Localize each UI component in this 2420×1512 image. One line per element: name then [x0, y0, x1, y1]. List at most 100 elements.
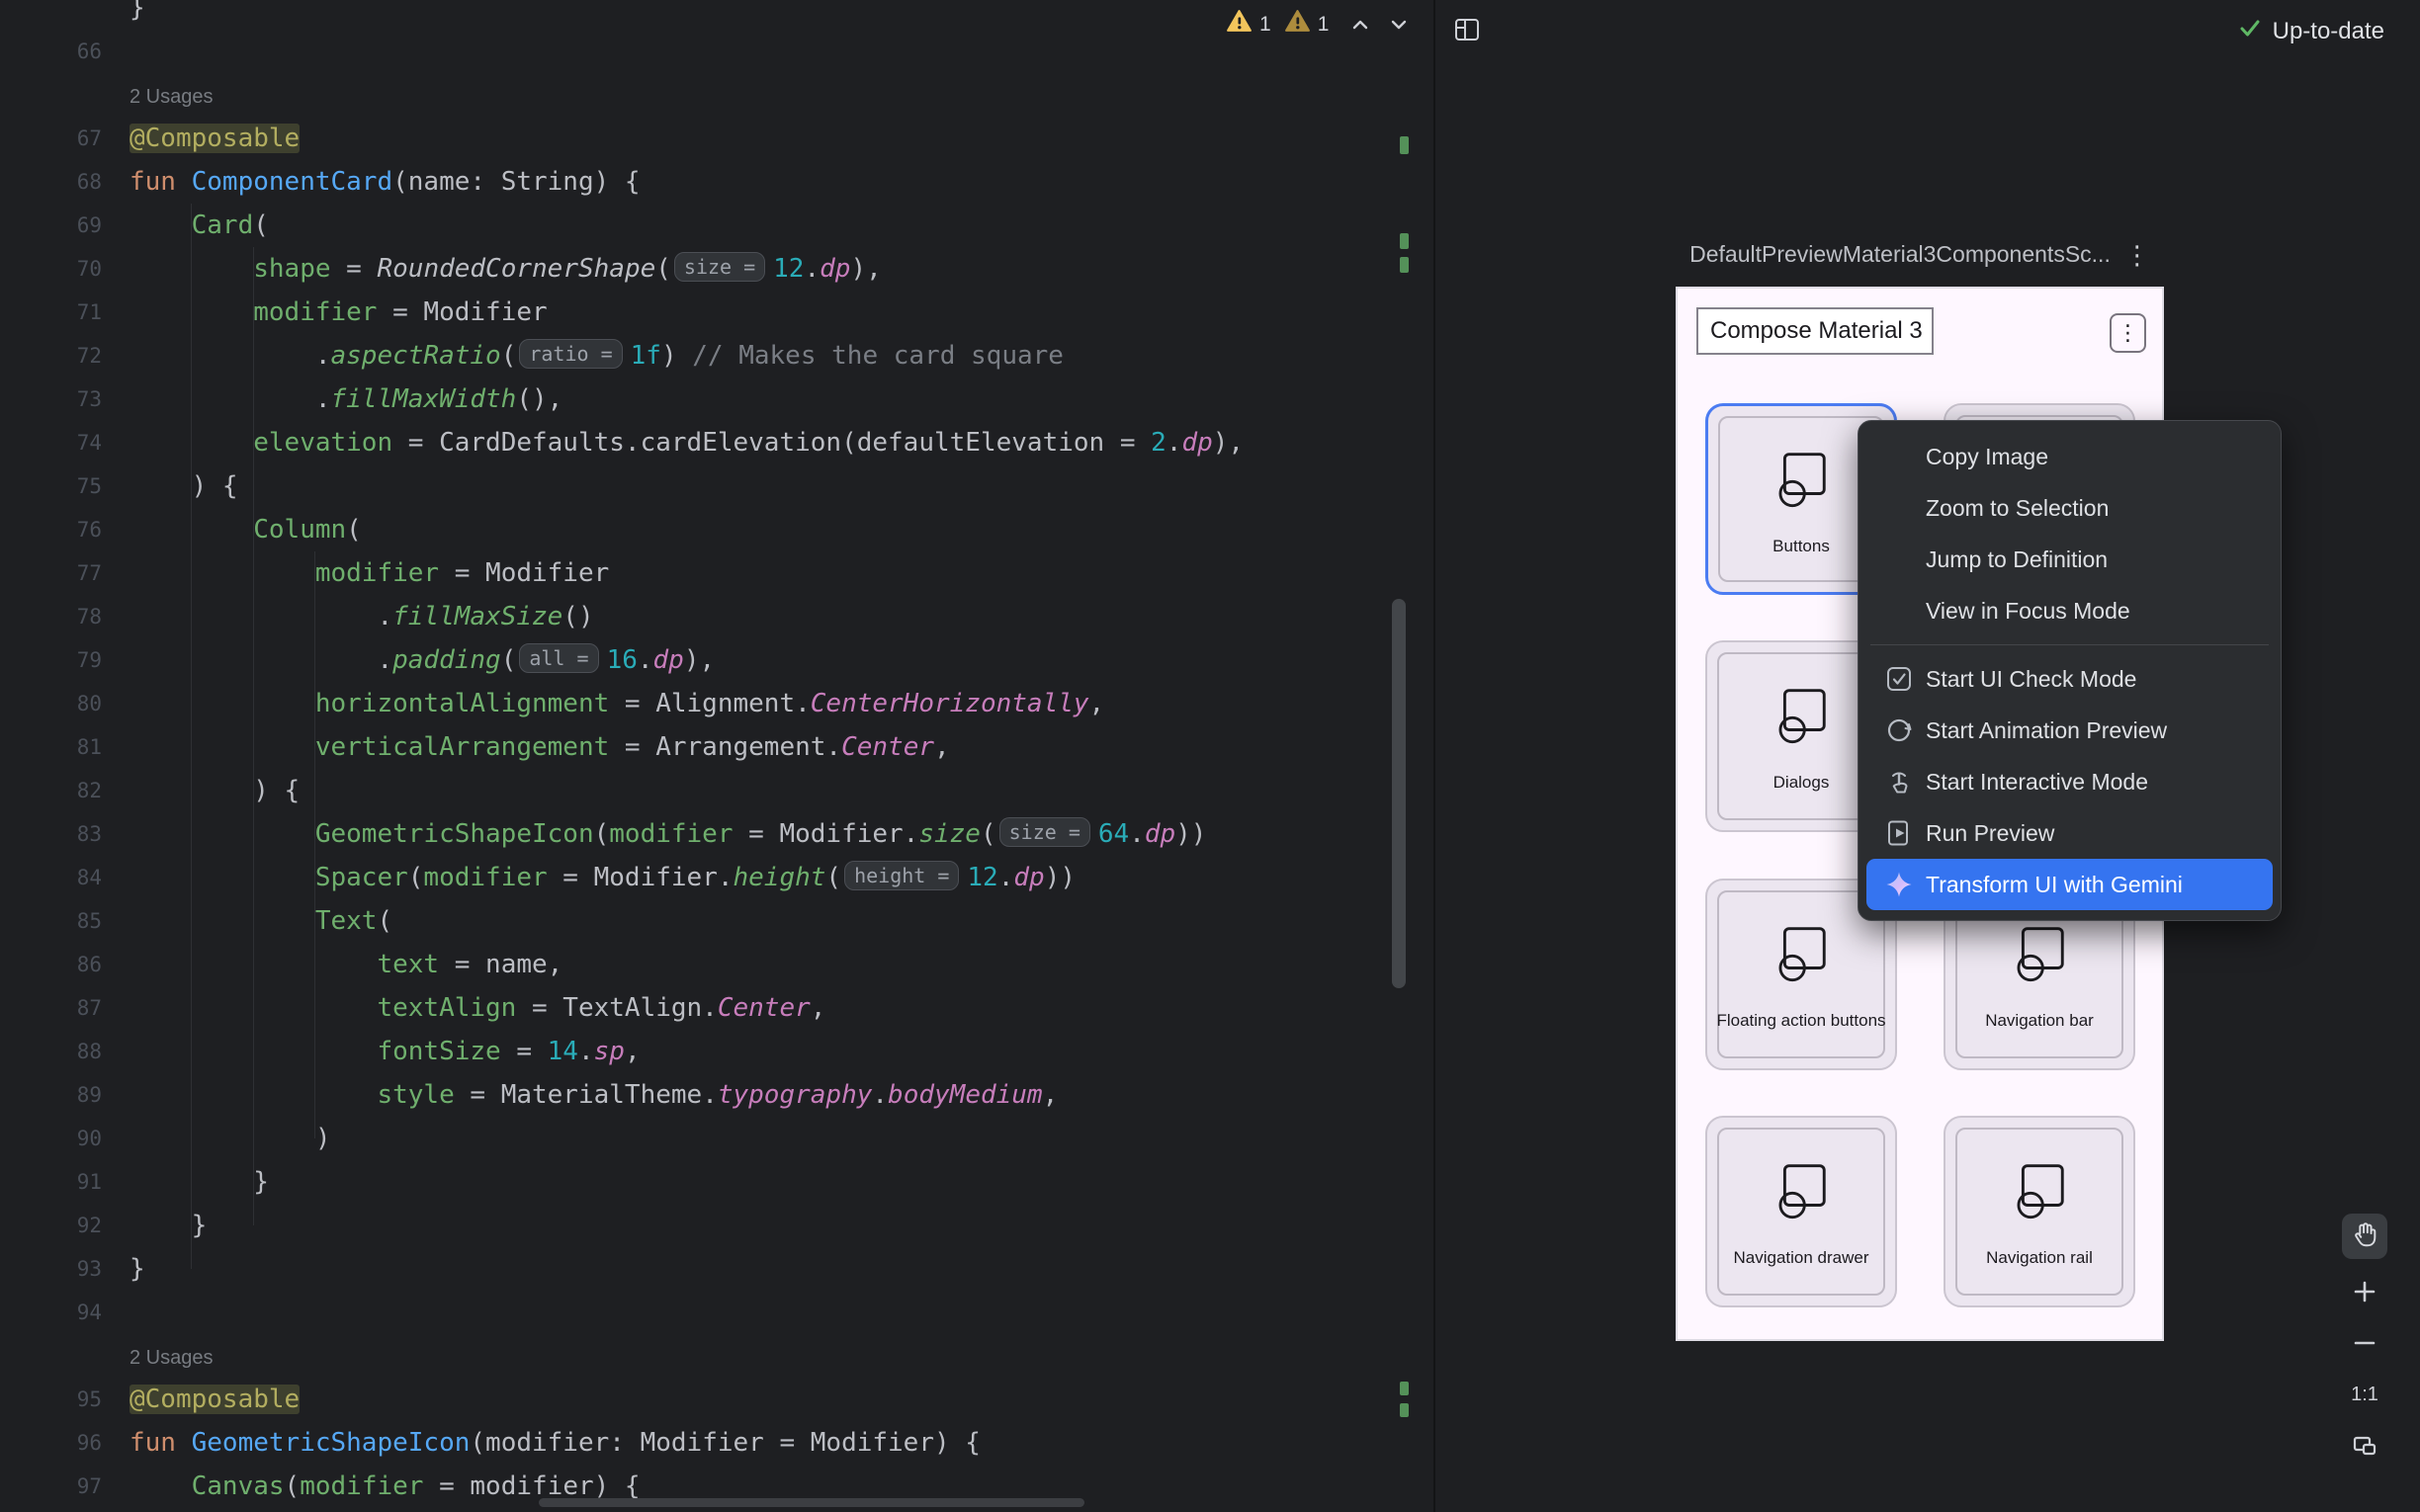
code-token: ( [501, 645, 517, 675]
zoom-actual-size-button[interactable]: 1:1 [2345, 1376, 2384, 1413]
line-number[interactable]: 71 [0, 291, 102, 334]
line-number[interactable]: 81 [0, 725, 102, 769]
code-text: @Composable [130, 124, 300, 153]
line-number[interactable]: 89 [0, 1073, 102, 1117]
usages-hint[interactable]: 2 Usages [130, 1347, 214, 1369]
code-text: elevation = CardDefaults.cardElevation(d… [130, 428, 1244, 458]
code-row: 94 [0, 1291, 1433, 1334]
code-token [130, 1471, 192, 1501]
menu-item-view-in-focus-mode[interactable]: View in Focus Mode [1858, 585, 2281, 636]
code-row: 96fun GeometricShapeIcon(modifier: Modif… [0, 1421, 1433, 1465]
line-number[interactable]: 92 [0, 1204, 102, 1247]
card-label: Floating action buttons [1707, 1011, 1895, 1031]
line-number[interactable]: 72 [0, 334, 102, 378]
line-number[interactable]: 79 [0, 638, 102, 682]
line-number[interactable]: 90 [0, 1117, 102, 1160]
code-row: 79 .padding(all =16.dp), [0, 638, 1433, 682]
line-number[interactable]: 68 [0, 160, 102, 204]
line-number[interactable]: 70 [0, 247, 102, 291]
line-number[interactable]: 85 [0, 899, 102, 943]
zoom-out-button[interactable] [2345, 1324, 2384, 1362]
line-number[interactable]: 96 [0, 1421, 102, 1465]
menu-item-run-preview[interactable]: Run Preview [1858, 807, 2281, 859]
line-number[interactable]: 87 [0, 986, 102, 1030]
preview-app-overflow-button[interactable]: ⋮ [2110, 313, 2146, 353]
line-number[interactable]: 97 [0, 1465, 102, 1508]
code-token: = [501, 1037, 548, 1066]
inlay-hint-pill: height = [844, 861, 959, 890]
code-token: modifier [253, 297, 377, 327]
build-status-label: Up-to-date [2273, 18, 2384, 45]
editor-horizontal-scrollbar[interactable] [539, 1498, 1084, 1507]
code-row: 81 verticalArrangement = Arrangement.Cen… [0, 725, 1433, 769]
code-row: 85 Text( [0, 899, 1433, 943]
line-number[interactable]: 75 [0, 464, 102, 508]
zoom-in-button[interactable] [2345, 1273, 2384, 1310]
line-number[interactable]: 95 [0, 1378, 102, 1421]
pan-tool-button[interactable] [2342, 1214, 2387, 1259]
code-token [130, 732, 315, 762]
zoom-to-fit-button[interactable] [2345, 1427, 2384, 1465]
line-number[interactable]: 66 [0, 30, 102, 73]
line-number[interactable]: 80 [0, 682, 102, 725]
line-number[interactable]: 74 [0, 421, 102, 464]
code-row: 93} [0, 1247, 1433, 1291]
code-area[interactable]: }662 Usages67@Composable68fun ComponentC… [0, 0, 1433, 1508]
card-label: Navigation bar [1945, 1011, 2133, 1031]
line-number[interactable]: 88 [0, 1030, 102, 1073]
code-row: 67 @Composable [0, 117, 1433, 160]
line-number[interactable]: 82 [0, 769, 102, 812]
usages-hint[interactable]: 2 Usages [130, 86, 214, 108]
line-number[interactable]: 83 [0, 812, 102, 856]
menu-item-transform-ui-with-gemini[interactable]: Transform UI with Gemini [1866, 859, 2273, 910]
code-token: } [130, 1254, 145, 1284]
line-number[interactable]: 67 [0, 117, 102, 160]
menu-item-start-ui-check-mode[interactable]: Start UI Check Mode [1858, 653, 2281, 705]
code-token: ), [850, 254, 881, 284]
vcs-change-marker [1400, 233, 1409, 249]
code-token: height [734, 863, 826, 892]
line-number[interactable]: 84 [0, 856, 102, 899]
editor-vertical-scrollbar[interactable] [1392, 599, 1406, 988]
menu-separator [1870, 644, 2269, 645]
menu-item-zoom-to-selection[interactable]: Zoom to Selection [1858, 482, 2281, 534]
code-token: fun [130, 1428, 192, 1458]
line-number[interactable]: 78 [0, 595, 102, 638]
menu-item-jump-to-definition[interactable]: Jump to Definition [1858, 534, 2281, 585]
line-number[interactable]: 91 [0, 1160, 102, 1204]
code-row: 70 shape = RoundedCornerShape(size =12.d… [0, 247, 1433, 291]
code-token: . [998, 863, 1014, 892]
menu-item-start-interactive-mode[interactable]: Start Interactive Mode [1858, 756, 2281, 807]
code-token: = Arrangement. [609, 732, 841, 762]
line-number[interactable]: 86 [0, 943, 102, 986]
next-issue-button[interactable] [1386, 12, 1412, 38]
editor-layout-icon[interactable] [1451, 14, 1483, 50]
build-status-chip[interactable]: Up-to-date [2236, 14, 2384, 48]
code-token: 12 [773, 254, 804, 284]
component-card-navigation-drawer[interactable]: Navigation drawer [1705, 1116, 1897, 1307]
line-number[interactable]: 69 [0, 204, 102, 247]
line-number[interactable]: 76 [0, 508, 102, 551]
code-token: // Makes the card square [692, 341, 1064, 371]
code-token: aspectRatio [331, 341, 501, 371]
menu-item-start-animation-preview[interactable]: Start Animation Preview [1858, 705, 2281, 756]
line-number[interactable]: 94 [0, 1291, 102, 1334]
line-number[interactable]: 77 [0, 551, 102, 595]
line-number[interactable]: 73 [0, 378, 102, 421]
component-card-navigation-rail[interactable]: Navigation rail [1944, 1116, 2135, 1307]
code-token: . [130, 645, 392, 675]
code-token [130, 906, 315, 936]
menu-item-copy-image[interactable]: Copy Image [1858, 431, 2281, 482]
preview-name-label[interactable]: DefaultPreviewMaterial3ComponentsSc... [1689, 241, 2111, 268]
code-editor-pane[interactable]: }662 Usages67@Composable68fun ComponentC… [0, 0, 1433, 1512]
code-token: = Modifier [377, 297, 547, 327]
line-number[interactable]: 93 [0, 1247, 102, 1291]
code-token: bodyMedium [888, 1080, 1043, 1110]
vcs-change-marker [1400, 1382, 1409, 1395]
card-label: Navigation rail [1945, 1248, 2133, 1268]
previous-issue-button[interactable] [1347, 12, 1373, 38]
inspections-widget[interactable]: 1 1 [1226, 8, 1412, 41]
preview-zoom-toolbar: 1:1 [2339, 1214, 2390, 1465]
code-token: 12 [967, 863, 997, 892]
preview-options-kebab-icon[interactable]: ⋮ [2124, 242, 2150, 268]
